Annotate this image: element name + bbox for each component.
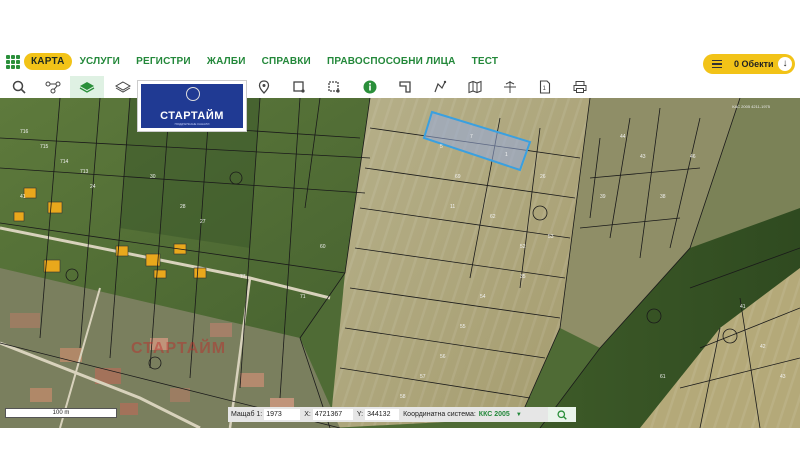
scale-label: Мащаб 1: — [231, 411, 263, 418]
download-icon[interactable]: ↓ — [778, 57, 792, 71]
svg-text:41: 41 — [20, 194, 26, 200]
map-icon[interactable] — [458, 76, 492, 98]
svg-text:43: 43 — [780, 374, 786, 380]
crosshair-icon[interactable] — [493, 76, 527, 98]
watermark-text: СТАРТАЙМ — [131, 340, 227, 357]
svg-text:42: 42 — [760, 344, 766, 350]
top-menu-bar: КАРТА УСЛУГИ РЕГИСТРИ ЖАЛБИ СПРАВКИ ПРАВ… — [0, 48, 800, 76]
svg-text:30: 30 — [150, 174, 156, 180]
svg-text:27: 27 — [200, 219, 206, 225]
menu-item-services[interactable]: УСЛУГИ — [72, 52, 129, 71]
pin-icon[interactable] — [247, 76, 281, 98]
menu-item-registers[interactable]: РЕГИСТРИ — [128, 52, 199, 71]
info-icon[interactable] — [353, 76, 387, 98]
svg-text:713: 713 — [80, 169, 89, 175]
svg-text:56: 56 — [440, 354, 446, 360]
svg-text:5: 5 — [440, 144, 443, 150]
svg-text:1: 1 — [505, 152, 508, 158]
svg-text:55: 55 — [460, 324, 466, 330]
y-coordinate-field[interactable]: 344132 — [365, 409, 400, 420]
logo-emblem-icon — [186, 87, 200, 101]
startaim-logo: СТАРТАЙМ ПОДДЪРЖАНЕ КАНАЛИ — [137, 80, 247, 132]
menu-item-complaints[interactable]: ЖАЛБИ — [199, 52, 254, 71]
map-copyright: КАС 2005 4211-1975 — [732, 104, 770, 109]
svg-text:43: 43 — [640, 154, 646, 160]
search-icon[interactable] — [2, 76, 36, 98]
svg-text:715: 715 — [40, 144, 49, 150]
logo-text: СТАРТАЙМ — [160, 110, 224, 122]
parcel-icon[interactable] — [388, 76, 422, 98]
measure-icon[interactable] — [423, 76, 457, 98]
svg-text:71: 71 — [300, 294, 306, 300]
svg-text:41: 41 — [740, 304, 746, 310]
layers-icon[interactable] — [106, 76, 140, 98]
svg-text:11: 11 — [450, 204, 455, 210]
svg-text:28: 28 — [180, 204, 186, 210]
logo-background: СТАРТАЙМ ПОДДЪРЖАНЕ КАНАЛИ — [141, 84, 243, 128]
svg-text:52: 52 — [520, 244, 526, 250]
x-coordinate-field[interactable]: 4721367 — [312, 409, 353, 420]
svg-text:714: 714 — [60, 159, 69, 165]
svg-text:69: 69 — [455, 174, 461, 180]
svg-text:58: 58 — [400, 394, 406, 400]
map-toolbar: 1 — [0, 76, 800, 99]
coordinate-search-button[interactable] — [548, 407, 576, 422]
logo-subtext: ПОДДЪРЖАНЕ КАНАЛИ — [174, 122, 210, 126]
apps-grid-icon[interactable] — [6, 55, 20, 69]
svg-text:44: 44 — [620, 134, 626, 140]
svg-text:46: 46 — [690, 154, 696, 160]
svg-text:61: 61 — [660, 374, 666, 380]
map-canvas[interactable]: 716 715 714 713 41 24 30 28 27 77 60 71 715 69 11… — [0, 98, 800, 428]
svg-text:35: 35 — [520, 274, 526, 280]
svg-text:53: 53 — [548, 234, 554, 240]
map-scale-bar: 100 m — [5, 408, 117, 418]
scale-field[interactable]: 1973 — [264, 409, 301, 420]
x-label: X: — [304, 411, 311, 418]
svg-text:716: 716 — [20, 129, 29, 135]
menu-item-map[interactable]: КАРТА — [24, 53, 72, 70]
svg-text:62: 62 — [490, 214, 496, 220]
svg-text:77: 77 — [240, 274, 246, 280]
svg-text:7: 7 — [470, 134, 473, 140]
svg-text:57: 57 — [420, 374, 426, 380]
select-area-icon[interactable] — [282, 76, 316, 98]
menu-item-test[interactable]: ТЕСТ — [464, 52, 507, 71]
objects-button[interactable]: 0 Обекти ↓ — [703, 54, 795, 74]
menu-item-licensed-persons[interactable]: ПРАВОСПОСОБНИ ЛИЦА — [319, 52, 464, 71]
svg-text:38: 38 — [660, 194, 666, 200]
menu-item-references[interactable]: СПРАВКИ — [254, 52, 319, 71]
coordinate-system-select[interactable]: ККС 2005 — [479, 411, 510, 418]
coordinate-system-label: Координатна система: — [403, 411, 476, 418]
objects-label: 0 Обекти — [734, 59, 774, 69]
svg-text:60: 60 — [320, 244, 326, 250]
layers-active-icon[interactable] — [70, 76, 104, 98]
y-label: Y: — [356, 411, 364, 418]
route-icon[interactable] — [36, 76, 70, 98]
menu-icon — [712, 59, 722, 69]
satellite-map[interactable]: 716715714 7134124 302827 776071 715 6911… — [0, 98, 800, 428]
coordinate-bar: Мащаб 1: 1973 X: 4721367 Y: 344132 Коорд… — [228, 407, 576, 422]
search-icon — [557, 409, 567, 420]
svg-text:54: 54 — [480, 294, 486, 300]
chevron-down-icon[interactable]: ▼ — [516, 412, 522, 418]
document-icon[interactable]: 1 — [528, 76, 562, 98]
print-icon[interactable] — [563, 76, 597, 98]
select-rect-icon[interactable] — [317, 76, 351, 98]
main-menu: КАРТА УСЛУГИ РЕГИСТРИ ЖАЛБИ СПРАВКИ ПРАВ… — [24, 52, 506, 71]
svg-text:39: 39 — [600, 194, 606, 200]
svg-text:1: 1 — [543, 86, 547, 92]
svg-text:24: 24 — [90, 184, 96, 190]
svg-text:26: 26 — [540, 174, 546, 180]
